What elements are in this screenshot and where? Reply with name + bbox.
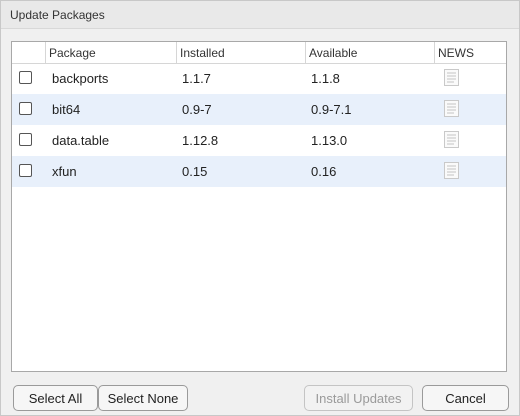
document-icon[interactable] [444,131,459,148]
package-name: bit64 [52,102,81,117]
title-bar: Update Packages [1,1,519,29]
installed-version: 1.1.7 [182,71,211,86]
document-icon[interactable] [444,162,459,179]
available-version: 0.9-7.1 [311,102,352,117]
installed-version: 0.9-7 [182,102,212,117]
package-name: backports [52,71,109,86]
available-version: 0.16 [311,164,337,179]
package-name: xfun [52,164,77,179]
installed-version: 0.15 [182,164,208,179]
column-header-available[interactable]: Available [305,42,434,63]
package-checkbox[interactable] [19,133,32,146]
column-header-package[interactable]: Package [45,42,176,63]
dialog-title: Update Packages [10,8,105,22]
package-checkbox[interactable] [19,164,32,177]
table-row[interactable]: bit64 0.9-7 0.9-7.1 [12,94,506,125]
column-header-installed[interactable]: Installed [176,42,305,63]
table-row[interactable]: data.table 1.12.8 1.13.0 [12,125,506,156]
column-header-news[interactable]: NEWS [434,42,506,63]
package-checkbox[interactable] [19,71,32,84]
table-row[interactable]: backports 1.1.7 1.1.8 [12,63,506,94]
install-updates-button[interactable]: Install Updates [304,385,413,411]
package-checkbox[interactable] [19,102,32,115]
table-header: Package Installed Available NEWS [12,42,506,64]
update-packages-dialog: Update Packages Package Installed Availa… [0,0,520,416]
package-name: data.table [52,133,110,148]
select-all-button[interactable]: Select All [13,385,98,411]
table-row[interactable]: xfun 0.15 0.16 [12,156,506,187]
packages-table: Package Installed Available NEWS backpor… [11,41,507,372]
select-none-button[interactable]: Select None [98,385,188,411]
cancel-button[interactable]: Cancel [422,385,509,411]
installed-version: 1.12.8 [182,133,219,148]
document-icon[interactable] [444,100,459,117]
available-version: 1.1.8 [311,71,340,86]
document-icon[interactable] [444,69,459,86]
available-version: 1.13.0 [311,133,348,148]
